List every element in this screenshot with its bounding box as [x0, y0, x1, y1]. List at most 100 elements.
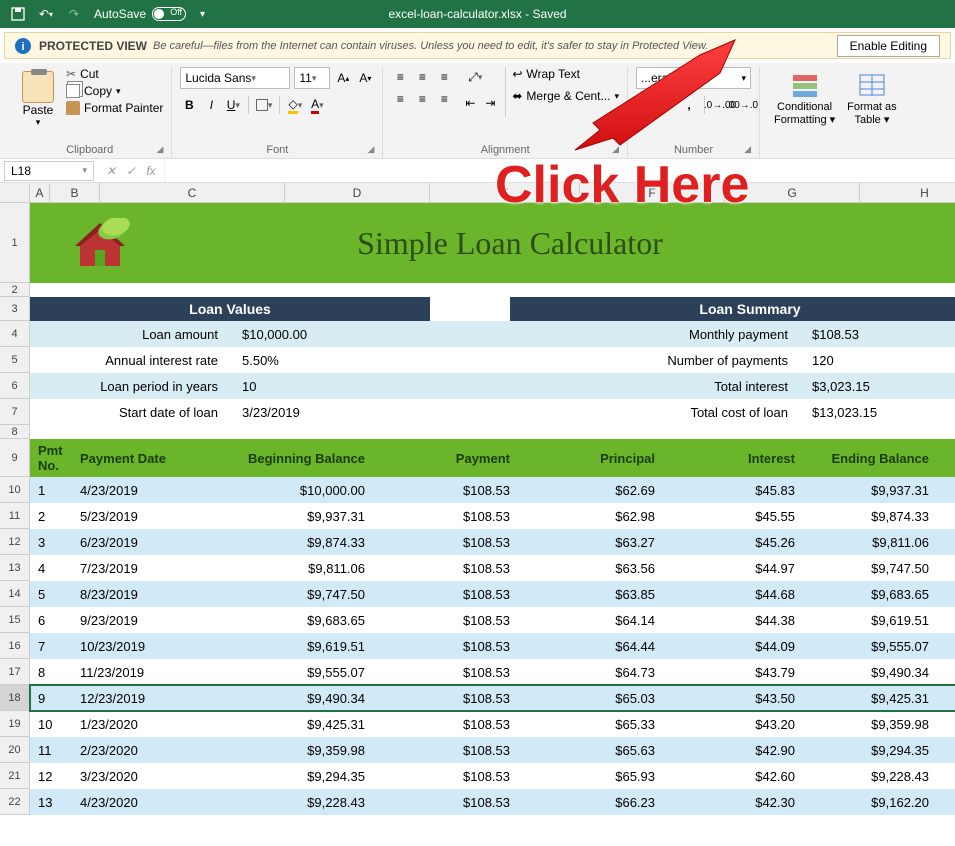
paste-button[interactable]: Paste▾	[16, 67, 60, 132]
accounting-format-button[interactable]: $	[636, 95, 654, 115]
conditional-formatting-button[interactable]: ConditionalFormatting ▾	[768, 67, 841, 130]
column-header[interactable]: A	[30, 183, 50, 203]
format-as-table-button[interactable]: Format asTable ▾	[841, 67, 903, 130]
font-color-button[interactable]: A	[308, 95, 326, 115]
row-header[interactable]: 10	[0, 477, 30, 503]
enable-editing-button[interactable]: Enable Editing	[837, 35, 940, 57]
alignment-dialog-icon[interactable]: ◢	[612, 144, 619, 155]
loan-value-cell[interactable]: $10,000.00	[230, 327, 430, 342]
save-icon[interactable]	[8, 4, 28, 24]
row-header[interactable]: 22	[0, 789, 30, 815]
comma-format-button[interactable]: ,	[680, 95, 698, 115]
decrease-font-button[interactable]: A▾	[356, 68, 374, 88]
table-row[interactable]: 36/23/2019$9,874.33$108.53$63.27$45.26$9…	[30, 529, 955, 555]
house-money-icon	[70, 218, 130, 268]
row-header[interactable]: 20	[0, 737, 30, 763]
increase-indent-button[interactable]: ⇥	[481, 93, 499, 113]
undo-button[interactable]: ↶▾	[36, 4, 56, 24]
row-header[interactable]: 1	[0, 203, 30, 283]
row-header[interactable]: 21	[0, 763, 30, 789]
clipboard-dialog-icon[interactable]: ◢	[156, 144, 163, 155]
spreadsheet-grid[interactable]: 12345678910111213141516171819202122 ABCD…	[0, 183, 955, 815]
loan-value-label: Annual interest rate	[30, 353, 230, 368]
decrease-indent-button[interactable]: ⇤	[461, 93, 479, 113]
formula-input[interactable]	[164, 159, 955, 182]
cancel-formula-button[interactable]: ✕	[102, 164, 120, 178]
table-row[interactable]: 710/23/2019$9,619.51$108.53$64.44$44.09$…	[30, 633, 955, 659]
row-header[interactable]: 5	[0, 347, 30, 373]
row-header[interactable]: 9	[0, 439, 30, 477]
row-header[interactable]: 13	[0, 555, 30, 581]
table-row[interactable]: 134/23/2020$9,228.43$108.53$66.23$42.30$…	[30, 789, 955, 815]
row-header[interactable]: 17	[0, 659, 30, 685]
loan-value-cell[interactable]: 5.50%	[230, 353, 430, 368]
row-header[interactable]: 7	[0, 399, 30, 425]
fill-color-button[interactable]: ◇	[286, 95, 304, 115]
table-row[interactable]: 25/23/2019$9,937.31$108.53$62.98$45.55$9…	[30, 503, 955, 529]
decrease-decimal-button[interactable]: .00→.0	[733, 95, 751, 115]
column-header[interactable]: C	[100, 183, 285, 203]
borders-button[interactable]	[255, 95, 273, 115]
table-row[interactable]: 112/23/2020$9,359.98$108.53$65.63$42.90$…	[30, 737, 955, 763]
row-header[interactable]: 19	[0, 711, 30, 737]
loan-summary-label: Monthly payment	[510, 327, 800, 342]
copy-button[interactable]: Copy▾	[66, 84, 163, 98]
row-header[interactable]: 16	[0, 633, 30, 659]
percent-format-button[interactable]: %	[658, 95, 676, 115]
enter-formula-button[interactable]: ✓	[122, 164, 140, 178]
loan-value-cell[interactable]: 3/23/2019	[230, 405, 430, 420]
row-header[interactable]: 15	[0, 607, 30, 633]
loan-value-cell[interactable]: 10	[230, 379, 430, 394]
autosave-toggle[interactable]: Off	[152, 7, 186, 21]
name-box[interactable]: L18▾	[4, 161, 94, 181]
font-dialog-icon[interactable]: ◢	[367, 144, 374, 155]
loan-values-header: Loan Values	[30, 297, 430, 321]
row-header[interactable]: 8	[0, 425, 30, 439]
align-top-button[interactable]: ≡	[391, 67, 409, 87]
column-header[interactable]: F	[580, 183, 725, 203]
underline-button[interactable]: U	[224, 95, 242, 115]
row-header[interactable]: 18	[0, 685, 30, 711]
row-header[interactable]: 6	[0, 373, 30, 399]
table-row[interactable]: 14/23/2019$10,000.00$108.53$62.69$45.83$…	[30, 477, 955, 503]
row-header[interactable]: 4	[0, 321, 30, 347]
row-header[interactable]: 12	[0, 529, 30, 555]
row-header[interactable]: 2	[0, 283, 30, 297]
row-header[interactable]: 11	[0, 503, 30, 529]
row-header[interactable]: 3	[0, 297, 30, 321]
table-row[interactable]: 101/23/2020$9,425.31$108.53$65.33$43.20$…	[30, 711, 955, 737]
wrap-text-button[interactable]: ↩Wrap Text	[512, 67, 619, 81]
insert-function-button[interactable]: fx	[142, 164, 160, 178]
sheet-title: Simple Loan Calculator	[357, 225, 663, 262]
table-row[interactable]: 47/23/2019$9,811.06$108.53$63.56$44.97$9…	[30, 555, 955, 581]
table-row[interactable]: 912/23/2019$9,490.34$108.53$65.03$43.50$…	[30, 685, 955, 711]
orientation-button[interactable]: ⤢	[461, 67, 489, 87]
bold-button[interactable]: B	[180, 95, 198, 115]
font-name-select[interactable]: Lucida Sans	[180, 67, 290, 89]
font-size-select[interactable]: 11	[294, 67, 330, 89]
table-row[interactable]: 123/23/2020$9,294.35$108.53$65.93$42.60$…	[30, 763, 955, 789]
column-header[interactable]: D	[285, 183, 430, 203]
column-header[interactable]: E	[430, 183, 580, 203]
number-dialog-icon[interactable]: ◢	[744, 144, 751, 155]
redo-button[interactable]: ↷	[64, 4, 84, 24]
column-header[interactable]: G	[725, 183, 860, 203]
cut-button[interactable]: ✂Cut	[66, 67, 163, 81]
number-format-select[interactable]: ...eral▾	[636, 67, 751, 89]
column-header[interactable]: B	[50, 183, 100, 203]
format-painter-button[interactable]: Format Painter	[66, 101, 163, 115]
italic-button[interactable]: I	[202, 95, 220, 115]
table-row[interactable]: 58/23/2019$9,747.50$108.53$63.85$44.68$9…	[30, 581, 955, 607]
align-bottom-button[interactable]: ≡	[435, 67, 453, 87]
increase-font-button[interactable]: A▴	[334, 68, 352, 88]
align-right-button[interactable]: ≡	[435, 89, 453, 109]
align-middle-button[interactable]: ≡	[413, 67, 431, 87]
table-row[interactable]: 69/23/2019$9,683.65$108.53$64.14$44.38$9…	[30, 607, 955, 633]
merge-center-button[interactable]: ⬌Merge & Cent...▾	[512, 89, 619, 103]
align-center-button[interactable]: ≡	[413, 89, 431, 109]
align-left-button[interactable]: ≡	[391, 89, 409, 109]
column-header[interactable]: H	[860, 183, 955, 203]
loan-summary-label: Total interest	[510, 379, 800, 394]
row-header[interactable]: 14	[0, 581, 30, 607]
table-row[interactable]: 811/23/2019$9,555.07$108.53$64.73$43.79$…	[30, 659, 955, 685]
